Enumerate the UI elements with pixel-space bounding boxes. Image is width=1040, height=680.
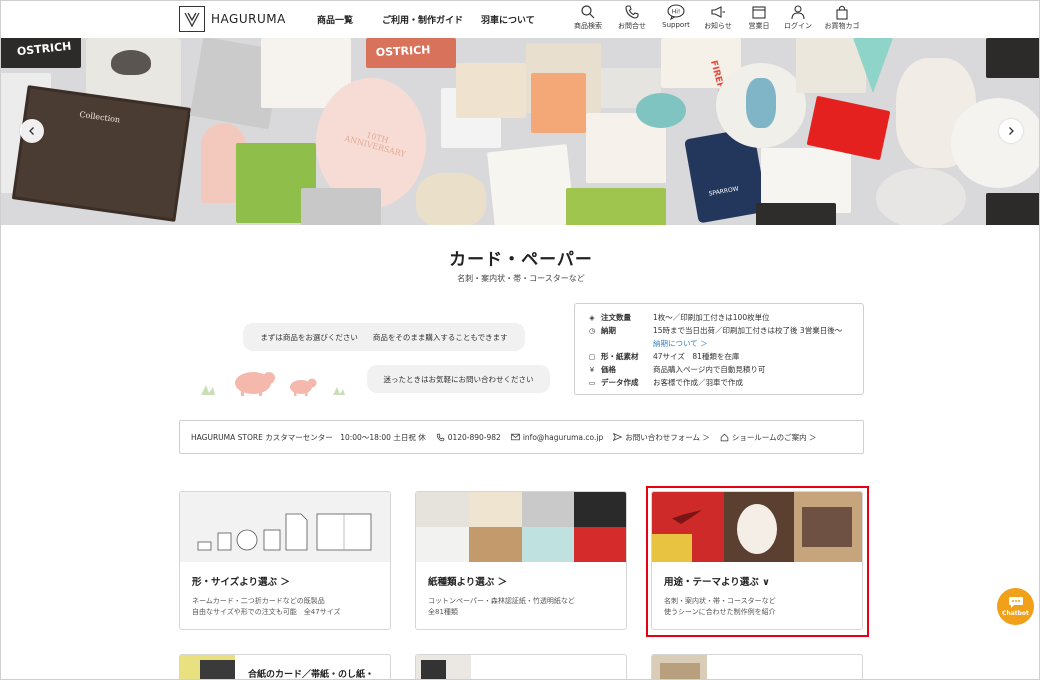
svg-text:Hi!: Hi! [672, 9, 681, 16]
hero-card [416, 173, 486, 225]
pigs-illustration-icon [201, 372, 345, 396]
hero-carousel: OSTRICH Collection 10TH ANNIVERSARY OSTR… [1, 38, 1039, 225]
hero-next-button[interactable] [999, 119, 1023, 143]
page-subtitle: 名刺・案内状・帯・コースターなど [457, 274, 585, 283]
bag-icon [836, 5, 848, 20]
spec-row-data: ▭ データ作成 お客様で作成／羽車で作成 [588, 378, 743, 387]
category-image-papers [416, 492, 626, 562]
category-desc: ネームカード・二つ折カードなどの既製品 [192, 597, 325, 605]
category-image-shapes [180, 492, 390, 562]
speech-bubble-contact: 迷ったときはお気軽にお問い合わせください [367, 365, 550, 393]
hero-card [566, 188, 666, 225]
square-icon: ▢ [588, 352, 596, 361]
nav-guide[interactable]: ご利用・制作ガイド [382, 13, 463, 26]
category-card-shape-size[interactable]: 形・サイズより選ぶ ＞ ネームカード・二つ折カードなどの既製品 自由なサイズや形… [179, 491, 391, 630]
header-contact-button[interactable]: お問合せ [607, 4, 657, 31]
nav-products[interactable]: 商品一覧 [317, 13, 353, 26]
category-title: 形・サイズより選ぶ ＞ [192, 577, 290, 588]
store-email[interactable]: info@haguruma.co.jp [511, 433, 603, 442]
store-phone[interactable]: 0120-890-982 [436, 433, 501, 442]
hero-card [986, 38, 1039, 78]
header-icon-label: お買物カゴ [824, 22, 860, 30]
phone-icon [436, 433, 444, 441]
category-desc: コットンペーパー・森林認証紙・竹透明紙など [428, 597, 575, 605]
category-card-row2[interactable] [415, 654, 627, 679]
chevron-left-icon [29, 127, 34, 135]
category-card-row2[interactable]: 合紙のカード／帯紙・のし紙・ [179, 654, 391, 680]
site-header: HAGURUMA 商品一覧 ご利用・制作ガイド 羽車について 商品検索 お問合せ… [1, 1, 1039, 38]
calendar-icon [752, 6, 766, 19]
header-icon-label: ログイン [784, 22, 812, 30]
support-bubble-icon: Hi! [667, 4, 685, 20]
category-card-paper-type[interactable]: 紙種類より選ぶ ＞ コットンペーパー・森林認証紙・竹透明紙など 全81種類 [415, 491, 627, 630]
customer-center-bar: HAGURUMA STORE カスタマーセンター 10:00〜18:00 土日祝… [179, 420, 864, 454]
hero-card-text: OSTRICH [375, 43, 431, 60]
hero-card [636, 93, 686, 128]
page-title: カード・ペーパー [449, 250, 593, 270]
monitor-icon: ▭ [588, 378, 596, 387]
nav-about[interactable]: 羽車について [481, 13, 535, 26]
phone-icon [625, 5, 639, 19]
speech-bubble-choose: まずは商品をお選びください 商品をそのまま購入することもできます [243, 323, 525, 351]
megaphone-icon [711, 6, 725, 18]
clock-icon: ◷ [588, 326, 596, 335]
header-search-button[interactable]: 商品検索 [563, 4, 613, 31]
header-icon-label: お問合せ [618, 22, 646, 30]
haguruma-logo-icon [179, 6, 205, 32]
stack-icon: ◈ [589, 313, 595, 322]
brand-logo[interactable]: HAGURUMA [179, 6, 286, 32]
send-icon [613, 433, 623, 441]
owl-illustration [746, 78, 776, 128]
yen-icon: ¥ [589, 365, 595, 374]
hero-card [531, 73, 586, 133]
showroom-link[interactable]: ショールームのご案内 ＞ [720, 432, 817, 443]
spec-row-delivery: ◷ 納期 15時まで当日出荷／印刷加工付きは校了後 3営業日後〜 [588, 326, 843, 335]
chatbot-button[interactable]: Chatbot [997, 588, 1034, 625]
house-icon [720, 433, 729, 441]
search-icon [581, 5, 595, 19]
category-desc: 自由なサイズや形での注文も可能 全47サイズ [192, 608, 341, 616]
customer-center-hours: HAGURUMA STORE カスタマーセンター 10:00〜18:00 土日祝… [191, 432, 426, 442]
header-icon-label: 商品検索 [574, 22, 602, 30]
order-spec-panel: ◈ 注文数量 1枚〜／印刷加工付きは100枚単位 ◷ 納期 15時まで当日出荷／… [574, 303, 864, 395]
spec-row-quantity: ◈ 注文数量 1枚〜／印刷加工付きは100枚単位 [587, 312, 769, 323]
hedgehog-illustration [111, 50, 151, 75]
header-cart-button[interactable]: お買物カゴ [817, 4, 867, 31]
hero-card [756, 203, 836, 225]
category-desc: 全81種類 [428, 608, 458, 616]
chat-bubble-icon [1008, 597, 1023, 608]
category-card-row2[interactable] [651, 654, 863, 679]
hero-card [986, 193, 1039, 225]
chatbot-label: Chatbot [1002, 610, 1029, 617]
hero-prev-button[interactable] [20, 119, 44, 143]
chevron-right-icon [1009, 127, 1014, 135]
spec-row-price: ¥ 価格 商品購入ページ内で自動見積り可 [587, 364, 766, 375]
highlight-outline [646, 486, 869, 637]
delivery-info-link[interactable]: 納期について ＞ [653, 338, 708, 349]
rabbit-card [876, 168, 966, 225]
mail-icon [511, 433, 520, 441]
hero-card [456, 63, 526, 118]
hero-card [487, 144, 575, 225]
spec-row-shape: ▢ 形・紙素材 47サイズ 81種類を在庫 [588, 352, 740, 361]
contact-form-link[interactable]: お問い合わせフォーム ＞ [613, 432, 710, 443]
hero-card [301, 188, 381, 225]
hero-card [796, 38, 866, 93]
hero-card [11, 85, 192, 222]
shapes-illustration-icon [197, 513, 372, 551]
category-title: 紙種類より選ぶ ＞ [428, 577, 508, 588]
category-title: 合紙のカード／帯紙・のし紙・ [248, 670, 375, 680]
page-frame: HAGURUMA 商品一覧 ご利用・制作ガイド 羽車について 商品検索 お問合せ… [0, 0, 1040, 680]
user-icon [791, 5, 805, 20]
brand-name: HAGURUMA [211, 12, 286, 26]
header-login-button[interactable]: ログイン [773, 4, 823, 31]
hero-card [951, 98, 1039, 188]
